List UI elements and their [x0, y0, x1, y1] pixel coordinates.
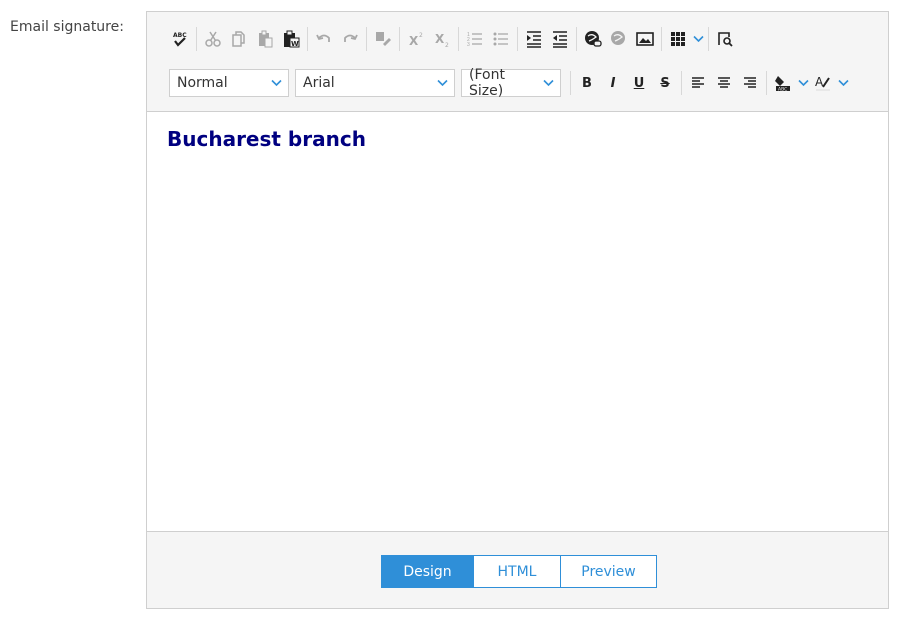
svg-text:A: A: [815, 75, 824, 89]
preview-mode-button[interactable]: Preview: [561, 556, 656, 587]
svg-text:X: X: [435, 32, 445, 46]
toolbar-separator: [517, 27, 518, 51]
toolbar-separator: [196, 27, 197, 51]
underline-button[interactable]: U: [626, 70, 652, 96]
undo-icon[interactable]: [311, 26, 337, 52]
redo-icon[interactable]: [337, 26, 363, 52]
align-left-icon[interactable]: [685, 70, 711, 96]
italic-button[interactable]: I: [600, 70, 626, 96]
format-stripper-icon[interactable]: [370, 26, 396, 52]
toolbar-separator: [708, 27, 709, 51]
indent-icon[interactable]: [521, 26, 547, 52]
background-color-chevron-icon[interactable]: [796, 70, 810, 96]
toolbar-separator: [766, 71, 767, 95]
unordered-list-icon[interactable]: [488, 26, 514, 52]
svg-text:ABC: ABC: [173, 32, 187, 39]
svg-text:2: 2: [445, 42, 449, 48]
bold-button[interactable]: B: [574, 70, 600, 96]
svg-text:3: 3: [467, 42, 470, 48]
toolbar-separator: [661, 27, 662, 51]
insert-link-icon[interactable]: [580, 26, 606, 52]
toolbar-separator: [366, 27, 367, 51]
table-dropdown-chevron-icon[interactable]: [691, 26, 705, 52]
chevron-down-icon: [437, 79, 448, 87]
toolbar-separator: [681, 71, 682, 95]
svg-text:W: W: [291, 40, 299, 48]
ordered-list-icon[interactable]: 123: [462, 26, 488, 52]
toolbar-separator: [399, 27, 400, 51]
paragraph-style-value: Normal: [177, 75, 228, 91]
paste-from-word-icon[interactable]: W: [278, 26, 304, 52]
copy-icon[interactable]: [226, 26, 252, 52]
font-name-select[interactable]: Arial: [295, 69, 455, 97]
align-center-icon[interactable]: [711, 70, 737, 96]
svg-text:2: 2: [419, 32, 423, 39]
toolbar-separator: [570, 71, 571, 95]
font-size-select[interactable]: (Font Size): [461, 67, 561, 99]
subscript-icon[interactable]: X2: [429, 26, 455, 52]
toolbar-separator: [576, 27, 577, 51]
design-mode-button[interactable]: Design: [382, 556, 474, 587]
outdent-icon[interactable]: [547, 26, 573, 52]
toolbar-separator: [307, 27, 308, 51]
foreground-color-icon[interactable]: A: [810, 70, 836, 96]
chevron-down-icon: [543, 79, 554, 87]
editor-toolbar: ABC W X 2 X 2 1 2 3 Normal Arial (Font S…: [147, 12, 888, 112]
background-color-icon[interactable]: ABC: [770, 70, 796, 96]
toolbar-row-2: Normal Arial (Font Size) B I U S ABC A: [169, 67, 850, 99]
insert-image-icon[interactable]: [632, 26, 658, 52]
align-right-icon[interactable]: [737, 70, 763, 96]
insert-table-icon[interactable]: [665, 26, 691, 52]
superscript-icon[interactable]: X2: [403, 26, 429, 52]
font-size-value: (Font Size): [469, 67, 505, 99]
toolbar-separator: [458, 27, 459, 51]
paragraph-style-select[interactable]: Normal: [169, 69, 289, 97]
editor-content-area[interactable]: Bucharest branch: [147, 112, 888, 532]
strikethrough-button[interactable]: S: [652, 70, 678, 96]
chevron-down-icon: [271, 79, 282, 87]
find-icon[interactable]: [712, 26, 738, 52]
svg-text:ABC: ABC: [778, 87, 787, 93]
svg-text:X: X: [409, 34, 419, 48]
cut-icon[interactable]: [200, 26, 226, 52]
editor-mode-switcher: Design HTML Preview: [381, 555, 657, 588]
rich-text-editor: ABC W X 2 X 2 1 2 3 Normal Arial (Font S…: [146, 11, 889, 609]
email-signature-label: Email signature:: [10, 19, 124, 35]
html-mode-button[interactable]: HTML: [474, 556, 561, 587]
spell-check-icon[interactable]: ABC: [167, 26, 193, 52]
foreground-color-chevron-icon[interactable]: [836, 70, 850, 96]
paste-icon[interactable]: [252, 26, 278, 52]
remove-link-icon[interactable]: [606, 26, 632, 52]
toolbar-row-1: ABC W X 2 X 2 1 2 3: [167, 26, 738, 52]
signature-heading: Bucharest branch: [167, 127, 366, 151]
font-name-value: Arial: [303, 75, 335, 91]
